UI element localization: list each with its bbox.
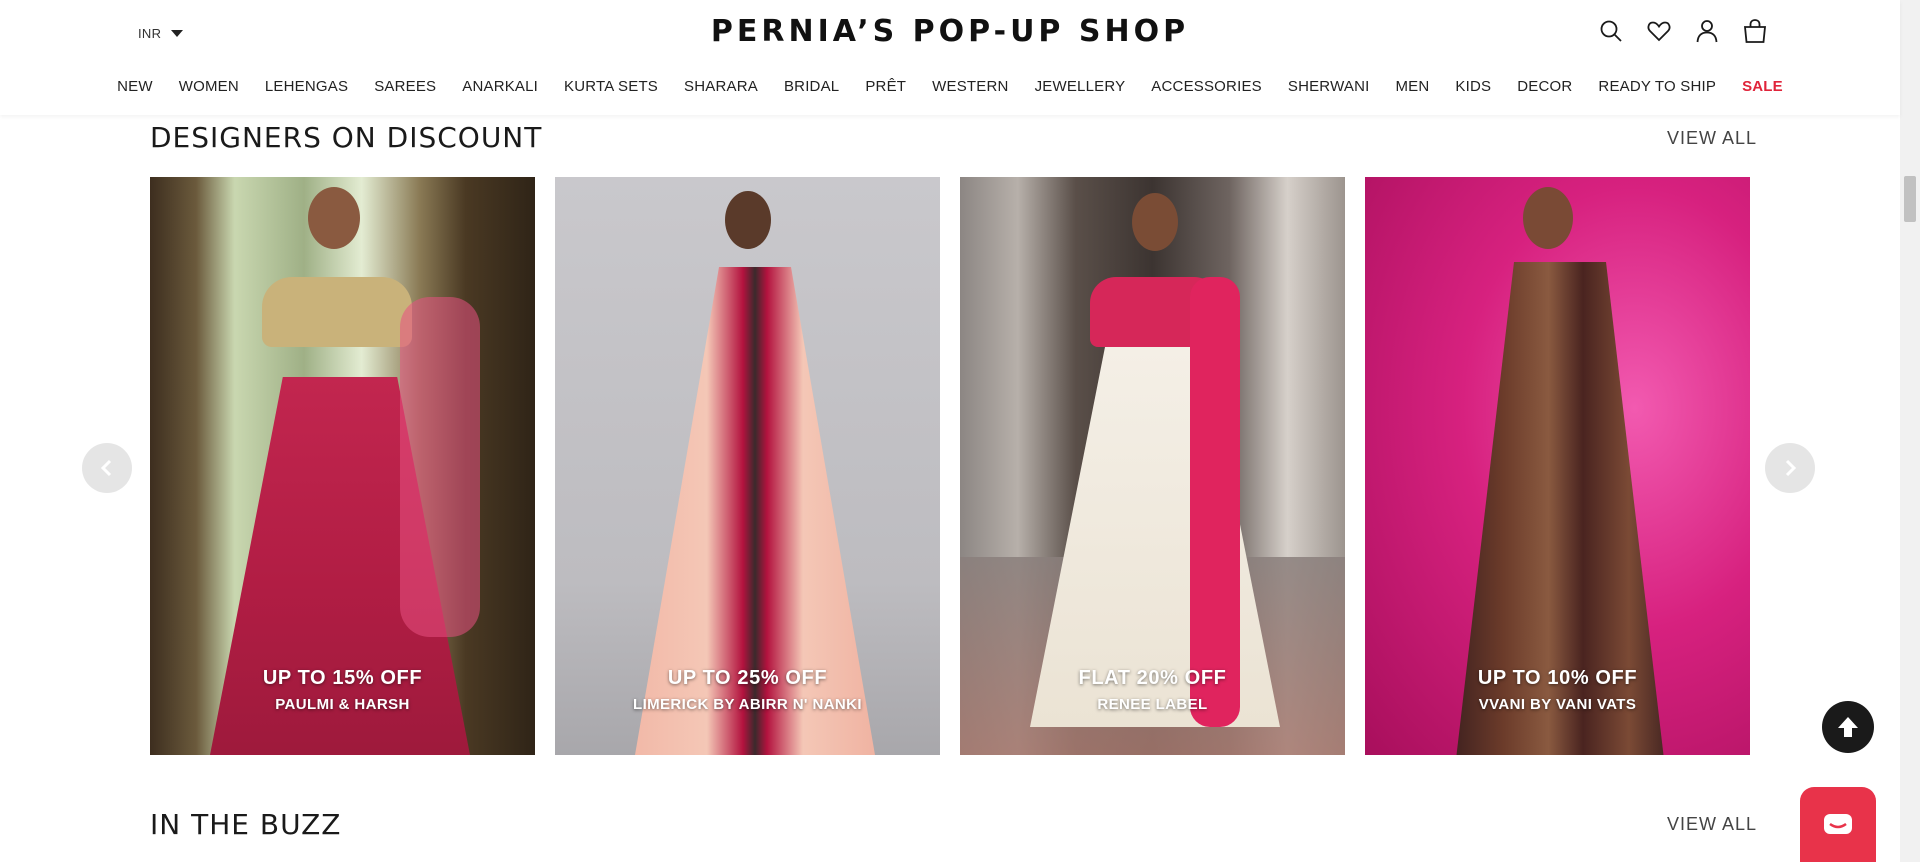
offer-text: FLAT 20% OFF	[1078, 667, 1227, 689]
offer-text: UP TO 25% OFF	[667, 667, 828, 689]
nav-item-sale[interactable]: SALE	[1729, 78, 1796, 95]
arrow-up-icon	[1838, 717, 1858, 737]
discount-card[interactable]: UP TO 10% OFF VVANI BY VANI VATS	[1365, 177, 1750, 755]
nav-item-pr-t[interactable]: PRÊT	[852, 78, 919, 95]
model-figure	[400, 297, 480, 637]
nav-item-sarees[interactable]: SAREES	[361, 78, 449, 95]
carousel-prev-button[interactable]	[82, 443, 132, 493]
header-actions	[1598, 18, 1768, 44]
discount-card[interactable]: UP TO 25% OFF LIMERICK BY ABIRR N' NANKI	[555, 177, 940, 755]
nav-item-sherwani[interactable]: SHERWANI	[1275, 78, 1383, 95]
model-figure	[1132, 193, 1178, 251]
model-figure	[262, 277, 412, 347]
designer-name: LIMERICK BY ABIRR N' NANKI	[633, 696, 862, 713]
chevron-left-icon	[100, 459, 112, 477]
nav-item-new[interactable]: NEW	[104, 78, 166, 95]
nav-item-anarkali[interactable]: ANARKALI	[449, 78, 551, 95]
nav-item-sharara[interactable]: SHARARA	[671, 78, 771, 95]
discount-carousel: UP TO 15% OFF PAULMI & HARSH UP TO 25% O…	[150, 177, 1750, 755]
main-nav: NEW WOMEN LEHENGAS SAREES ANARKALI KURTA SETS…	[0, 78, 1900, 95]
discount-card[interactable]: UP TO 15% OFF PAULMI & HARSH	[150, 177, 535, 755]
nav-item-kids[interactable]: KIDS	[1442, 78, 1504, 95]
nav-item-jewellery[interactable]: JEWELLERY	[1022, 78, 1139, 95]
model-figure	[725, 191, 771, 249]
chat-icon	[1824, 813, 1852, 834]
card-caption: FLAT 20% OFF RENEE LABEL	[960, 667, 1345, 713]
offer-text: UP TO 10% OFF	[1477, 667, 1638, 689]
chevron-right-icon	[1785, 459, 1797, 477]
nav-item-bridal[interactable]: BRIDAL	[771, 78, 852, 95]
user-icon[interactable]	[1694, 18, 1720, 44]
nav-item-women[interactable]: WOMEN	[166, 78, 252, 95]
view-all-discount-link[interactable]: VIEW ALL	[1667, 128, 1757, 149]
nav-item-ready-to-ship[interactable]: READY TO SHIP	[1585, 78, 1729, 95]
nav-item-decor[interactable]: DECOR	[1504, 78, 1585, 95]
nav-item-western[interactable]: WESTERN	[919, 78, 1021, 95]
model-figure	[308, 187, 360, 249]
view-all-buzz-link[interactable]: VIEW ALL	[1667, 814, 1757, 835]
site-header: INR PERNIA’S POP-UP SHOP NEW WOMEN LEHENGA…	[0, 0, 1900, 115]
offer-text: UP TO 15% OFF	[262, 667, 423, 689]
section-title-buzz: IN THE BUZZ	[150, 808, 342, 841]
designer-name: PAULMI & HARSH	[275, 696, 410, 713]
nav-item-lehengas[interactable]: LEHENGAS	[252, 78, 361, 95]
nav-item-kurta-sets[interactable]: KURTA SETS	[551, 78, 671, 95]
designer-name: RENEE LABEL	[1097, 696, 1208, 713]
nav-item-accessories[interactable]: ACCESSORIES	[1138, 78, 1275, 95]
nav-item-men[interactable]: MEN	[1382, 78, 1442, 95]
discount-card[interactable]: FLAT 20% OFF RENEE LABEL	[960, 177, 1345, 755]
page-scrollbar[interactable]	[1900, 0, 1920, 862]
designer-name: VVANI BY VANI VATS	[1478, 696, 1637, 713]
scrollbar-thumb[interactable]	[1904, 176, 1916, 222]
back-to-top-button[interactable]	[1822, 701, 1874, 753]
section-title-discount: DESIGNERS ON DISCOUNT	[150, 121, 543, 154]
bag-icon[interactable]	[1742, 18, 1768, 44]
search-icon[interactable]	[1598, 18, 1624, 44]
model-figure	[1523, 187, 1573, 249]
card-caption: UP TO 15% OFF PAULMI & HARSH	[150, 667, 535, 713]
heart-icon[interactable]	[1646, 18, 1672, 44]
card-caption: UP TO 10% OFF VVANI BY VANI VATS	[1365, 667, 1750, 713]
chat-button[interactable]	[1800, 787, 1876, 862]
card-caption: UP TO 25% OFF LIMERICK BY ABIRR N' NANKI	[555, 667, 940, 713]
model-figure	[1190, 277, 1240, 727]
carousel-next-button[interactable]	[1765, 443, 1815, 493]
